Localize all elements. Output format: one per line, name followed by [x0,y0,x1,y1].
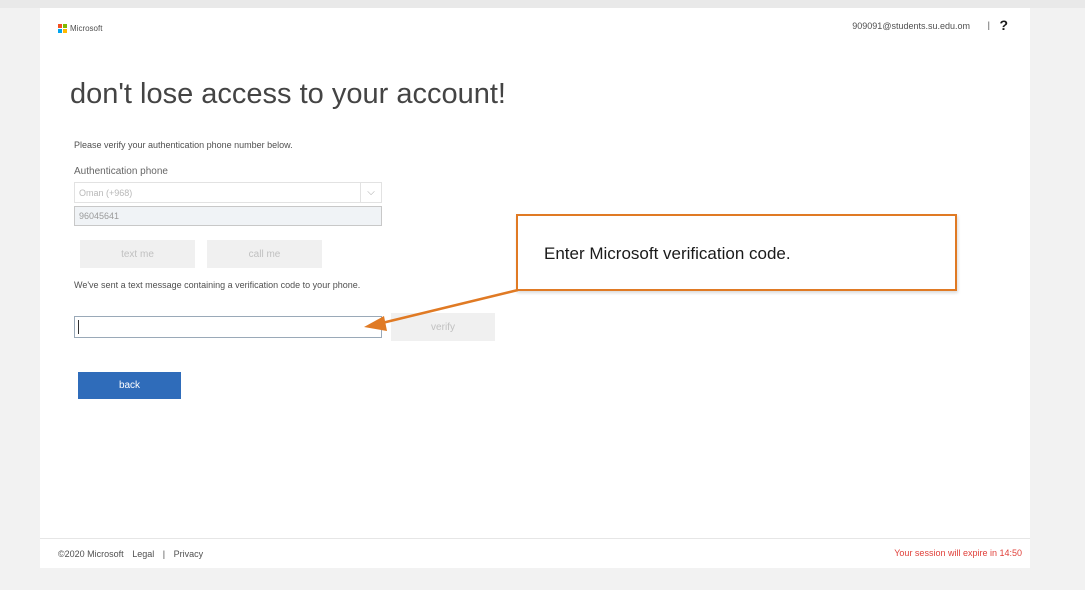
microsoft-logo: Microsoft [58,24,102,33]
annotation-callout: Enter Microsoft verification code. [516,214,957,291]
chevron-down-icon[interactable]: ⌵ [360,183,381,202]
country-code-value: Oman (+968) [79,188,133,198]
header-bar: Microsoft 909091@students.su.edu.om | ? [40,8,1030,42]
instruction-text: Please verify your authentication phone … [74,140,293,150]
top-strip [0,0,1085,8]
country-code-select[interactable]: Oman (+968) ⌵ [74,182,382,203]
sent-message-text: We've sent a text message containing a v… [74,280,361,290]
privacy-link[interactable]: Privacy [174,549,204,559]
footer-divider [40,538,1030,539]
page-title: don't lose access to your account! [70,78,506,110]
call-me-button[interactable]: call me [207,240,322,268]
logo-text: Microsoft [70,24,103,33]
text-caret [78,320,79,334]
legal-link[interactable]: Legal [132,549,154,559]
phone-number-input[interactable]: 96045641 [74,206,382,226]
microsoft-logo-icon [58,24,67,33]
verify-button[interactable]: verify [391,313,495,341]
authentication-phone-label: Authentication phone [74,166,168,177]
text-me-button[interactable]: text me [80,240,195,268]
header-separator: | [987,20,990,30]
footer-links: ©2020 Microsoft Legal | Privacy [58,549,209,559]
callout-text: Enter Microsoft verification code. [544,244,791,263]
footer-separator: | [162,549,166,559]
session-expiry-text: Your session will expire in 14:50 [894,548,1022,558]
help-button[interactable]: ? [999,17,1008,33]
account-email[interactable]: 909091@students.su.edu.om [852,21,970,31]
copyright-text: ©2020 Microsoft [58,549,124,559]
phone-number-value: 96045641 [79,211,120,221]
back-button[interactable]: back [78,372,181,399]
verification-code-input[interactable] [74,316,382,338]
